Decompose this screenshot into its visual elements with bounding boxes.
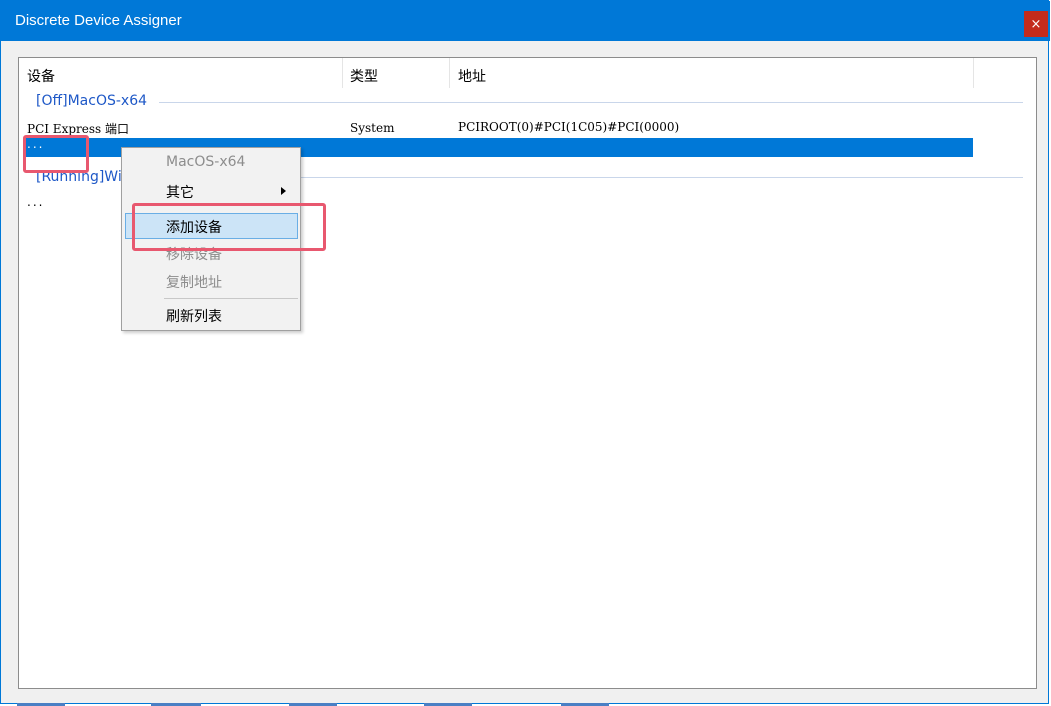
menu-item-other[interactable]: 其它 [166, 182, 194, 202]
column-header-address[interactable]: 地址 [458, 66, 486, 86]
menu-title-vm: MacOS-x64 [166, 154, 246, 170]
close-icon: × [1030, 16, 1042, 32]
column-divider[interactable] [973, 58, 974, 88]
title-bar[interactable]: Discrete Device Assigner × [1, 1, 1050, 41]
group-header-off-macos[interactable]: [Off]MacOS-x64 [36, 93, 147, 109]
window-title: Discrete Device Assigner [15, 12, 182, 29]
column-header-type[interactable]: 类型 [350, 66, 378, 86]
group-divider [159, 102, 1023, 103]
close-button[interactable]: × [1024, 11, 1048, 37]
column-divider[interactable] [449, 58, 450, 88]
highlight-box [23, 135, 89, 173]
row-device-address[interactable]: PCIROOT(0)#PCI(1C05)#PCI(0000) [458, 120, 679, 134]
dda-window: Discrete Device Assigner × 设备 类型 地址 [Off… [0, 0, 1050, 706]
row-device-type[interactable]: System [350, 121, 394, 135]
menu-item-copy-address[interactable]: 复制地址 [166, 272, 222, 292]
highlight-box [132, 203, 326, 251]
column-divider[interactable] [342, 58, 343, 88]
column-header-device[interactable]: 设备 [27, 66, 55, 86]
menu-item-refresh-list[interactable]: 刷新列表 [166, 306, 222, 326]
row-placeholder[interactable]: ... [27, 195, 44, 209]
menu-separator [164, 298, 298, 299]
submenu-arrow-icon [281, 187, 286, 195]
